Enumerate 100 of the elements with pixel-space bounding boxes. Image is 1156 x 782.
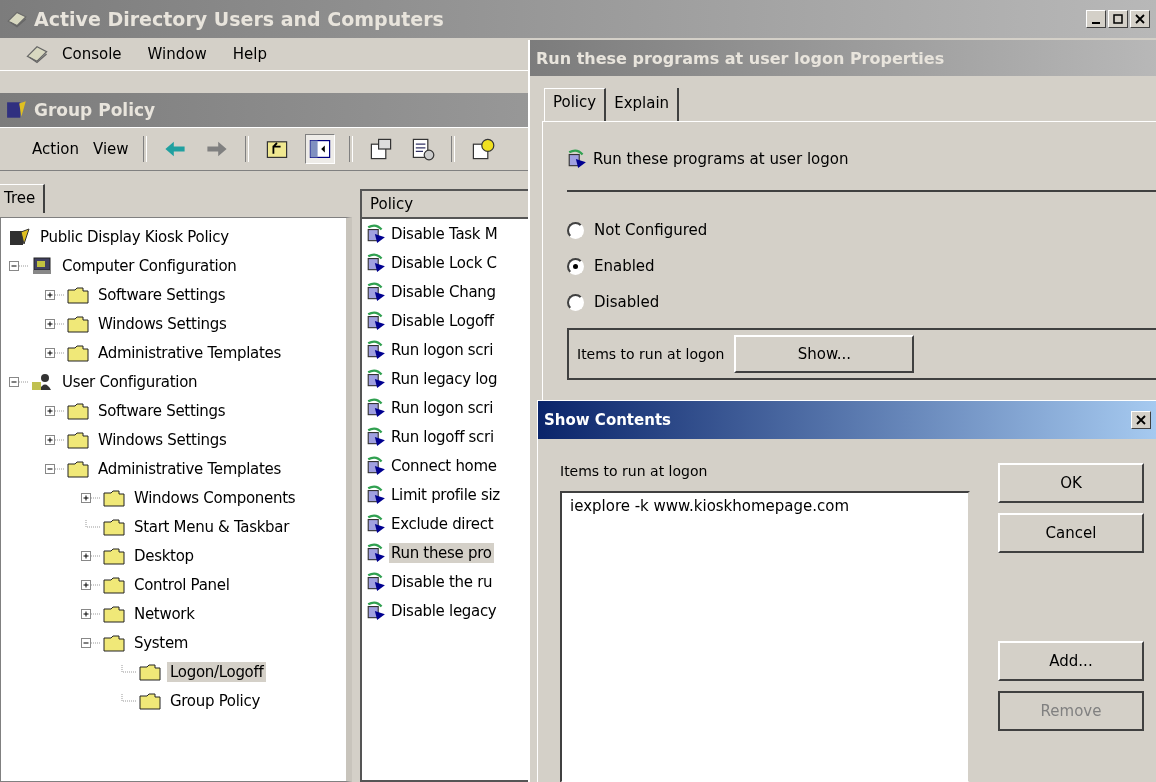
tree-item[interactable]: Public Display Kiosk Policy <box>37 226 232 247</box>
show-button[interactable]: Show... <box>734 335 915 373</box>
radio-label[interactable]: Disabled <box>594 293 660 311</box>
tree-tab[interactable]: Tree <box>0 184 46 213</box>
policy-icon <box>6 99 28 121</box>
policy-name: Run these programs at user logon <box>593 150 849 168</box>
policy-item[interactable]: Run logon scri <box>389 397 496 418</box>
tree-item[interactable]: Windows Settings <box>95 429 230 450</box>
child-window-title: Group Policy <box>34 100 156 120</box>
tree-item[interactable]: Software Settings <box>95 400 229 421</box>
expand-box-icon[interactable] <box>45 432 65 447</box>
radio-button[interactable] <box>567 257 584 275</box>
menu-item[interactable]: Console <box>62 45 122 63</box>
menu-item[interactable]: Help <box>232 45 267 63</box>
user-icon <box>31 372 53 391</box>
menu-item[interactable]: Action <box>32 140 79 158</box>
policy-item[interactable]: Limit profile siz <box>389 484 502 505</box>
folder-icon <box>67 285 89 304</box>
policy-item[interactable]: Run legacy log <box>389 368 500 389</box>
policy-setting-icon <box>366 484 386 505</box>
policy-item[interactable]: Run logon scri <box>389 339 496 360</box>
policy-item[interactable]: Run logoff scri <box>389 426 496 447</box>
policy-item[interactable]: Disable Chang <box>389 281 498 302</box>
collapse-box-icon[interactable] <box>45 461 65 476</box>
collapse-box-icon[interactable] <box>81 635 101 650</box>
policy-setting-icon <box>366 455 386 476</box>
folder-icon <box>103 633 125 652</box>
policy-setting-icon <box>366 542 386 563</box>
tree-item[interactable]: Software Settings <box>95 284 229 305</box>
radio-label[interactable]: Not Configured <box>594 221 708 239</box>
menu-item[interactable]: Window <box>147 45 207 63</box>
tree-item[interactable]: Start Menu & Taskbar <box>131 516 293 537</box>
policy-item[interactable]: Exclude direct <box>389 513 496 534</box>
minimize-icon <box>1092 21 1100 24</box>
folder-icon <box>67 430 89 449</box>
policy-item[interactable]: Run these pro <box>389 542 494 563</box>
menu-item[interactable]: View <box>93 140 129 158</box>
tree-item[interactable]: Network <box>131 603 198 624</box>
policy-setting-icon <box>366 426 386 447</box>
policy-setting-icon <box>366 368 386 389</box>
computer-icon <box>31 256 53 275</box>
expand-box-icon[interactable] <box>81 490 101 505</box>
tab[interactable]: Explain <box>606 88 680 121</box>
tree-item[interactable]: User Configuration <box>59 371 201 392</box>
policy-setting-icon <box>366 281 386 302</box>
expand-box-icon[interactable] <box>81 606 101 621</box>
tab[interactable]: Policy <box>544 88 607 121</box>
policy-item[interactable]: Connect home <box>389 455 499 476</box>
policy-item[interactable]: Disable the ru <box>389 571 495 592</box>
folder-icon <box>103 604 125 623</box>
policy-item[interactable]: Disable Logoff <box>389 310 496 331</box>
dialog-title: Run these programs at user logon Properties <box>536 48 945 68</box>
policy-setting-icon <box>366 600 386 621</box>
list-item[interactable]: iexplore -k www.kioskhomepage.com <box>570 497 960 515</box>
expand-box-icon[interactable] <box>45 287 65 302</box>
policy-setting-icon <box>366 223 386 244</box>
expand-box-icon[interactable] <box>45 403 65 418</box>
policy-setting-icon <box>366 310 386 331</box>
dialog-button[interactable]: OK <box>998 463 1144 503</box>
collapse-box-icon[interactable] <box>9 258 29 273</box>
radio-button[interactable] <box>567 293 584 311</box>
tree-item[interactable]: Group Policy <box>167 690 263 711</box>
policy-setting-icon <box>366 571 386 592</box>
policy-item[interactable]: Disable Lock C <box>389 252 499 273</box>
folder-icon <box>139 662 161 681</box>
tree-item[interactable]: System <box>131 632 192 653</box>
tree-item[interactable]: Control Panel <box>131 574 233 595</box>
policy-item[interactable]: Disable Task M <box>389 223 500 244</box>
expand-box-icon[interactable] <box>45 316 65 331</box>
tree-item[interactable]: Logon/Logoff <box>167 661 267 682</box>
tree-item[interactable]: Windows Settings <box>95 313 230 334</box>
radio-button[interactable] <box>567 221 584 239</box>
list-label: Items to run at logon <box>560 463 709 479</box>
policy-setting-icon <box>366 252 386 273</box>
field-label: Items to run at logon <box>577 346 725 362</box>
policy-setting-icon <box>366 397 386 418</box>
close-icon <box>1135 14 1145 24</box>
tree-item[interactable]: Computer Configuration <box>59 255 240 276</box>
expand-box-icon[interactable] <box>81 548 101 563</box>
policy-setting-icon <box>366 339 386 360</box>
dialog-button[interactable]: Cancel <box>998 513 1144 553</box>
folder-icon <box>67 314 89 333</box>
tree-item[interactable]: Administrative Templates <box>95 342 284 363</box>
tree-item[interactable]: Desktop <box>131 545 197 566</box>
expand-box-icon[interactable] <box>45 345 65 360</box>
dialog-button[interactable]: Add... <box>998 641 1144 681</box>
policy-icon <box>9 227 31 246</box>
tree-item[interactable]: Windows Components <box>131 487 299 508</box>
tree-pane-icon[interactable] <box>304 134 335 164</box>
policy-item[interactable]: Disable legacy <box>389 600 499 621</box>
close-button[interactable] <box>1131 411 1151 429</box>
collapse-box-icon[interactable] <box>9 374 29 389</box>
folder-icon <box>103 517 125 536</box>
folder-icon <box>103 488 125 507</box>
tree-item[interactable]: Administrative Templates <box>95 458 284 479</box>
folder-icon <box>103 575 125 594</box>
radio-label[interactable]: Enabled <box>594 257 655 275</box>
expand-box-icon[interactable] <box>81 577 101 592</box>
folder-icon <box>67 343 89 362</box>
policy-setting-icon <box>567 149 587 169</box>
